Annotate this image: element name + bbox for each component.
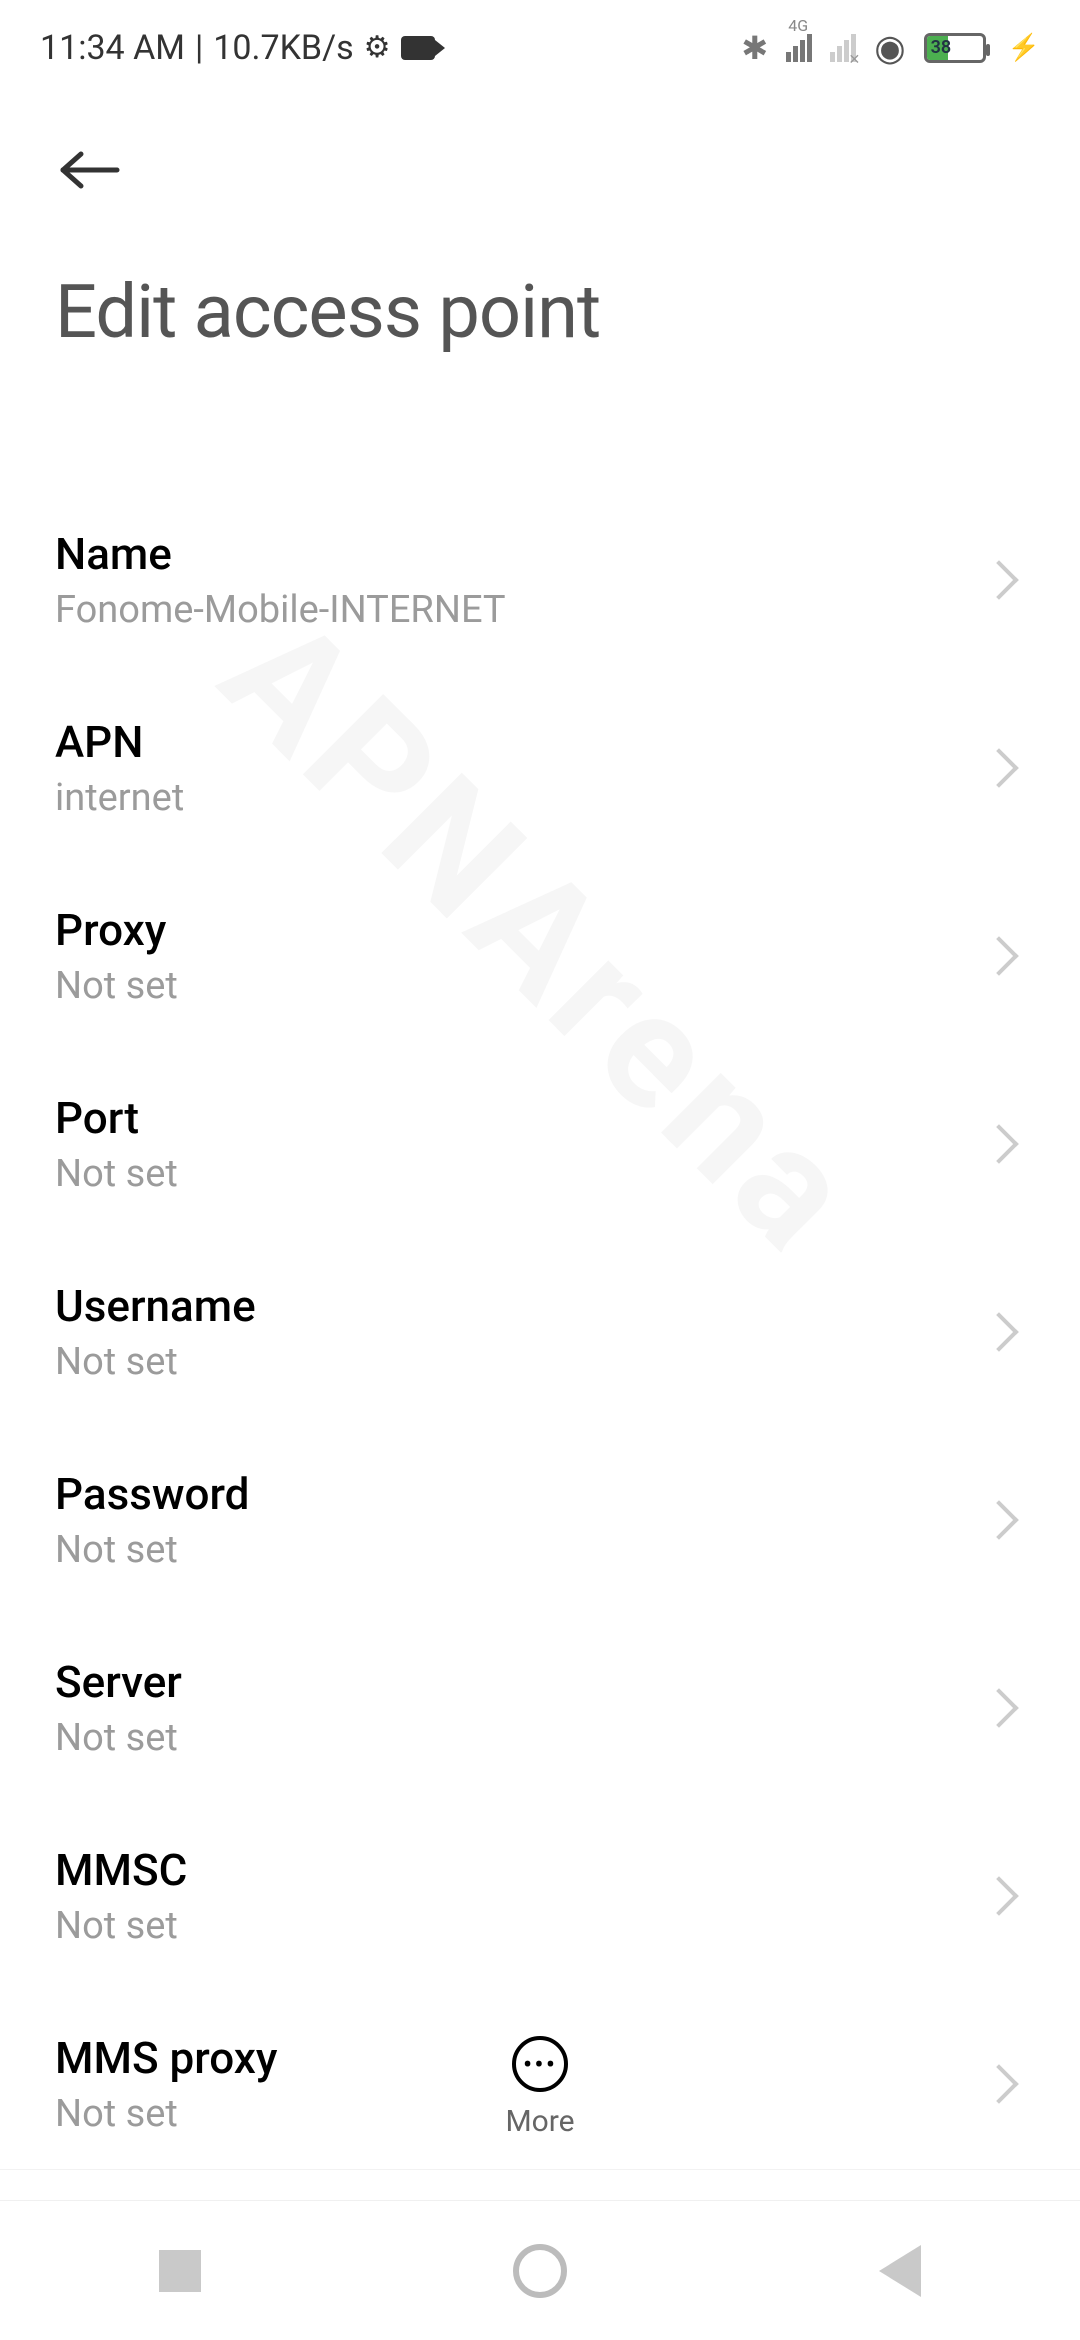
setting-value: Not set: [55, 1904, 187, 1948]
setting-row-password[interactable]: Password Not set: [55, 1426, 1025, 1614]
navigation-bar: [0, 2200, 1080, 2340]
arrow-left-icon: [55, 145, 125, 195]
setting-value: Not set: [55, 964, 178, 1008]
dots-icon: •••: [523, 2048, 557, 2081]
status-right: ✱ 4G ✕ ◉ 38 ⚡: [741, 27, 1040, 69]
setting-value: Fonome-Mobile-INTERNET: [55, 588, 506, 632]
charging-icon: ⚡: [1008, 33, 1040, 63]
chevron-right-icon: [979, 1688, 1019, 1728]
setting-row-server[interactable]: Server Not set: [55, 1614, 1025, 1802]
setting-value: Not set: [55, 1716, 182, 1760]
chevron-right-icon: [979, 560, 1019, 600]
setting-row-port[interactable]: Port Not set: [55, 1050, 1025, 1238]
setting-row-apn[interactable]: APN internet: [55, 674, 1025, 862]
setting-row-username[interactable]: Username Not set: [55, 1238, 1025, 1426]
nav-home-button[interactable]: [480, 2244, 600, 2298]
chevron-right-icon: [979, 1312, 1019, 1352]
triangle-left-icon: [879, 2245, 921, 2297]
setting-row-mmsc[interactable]: MMSC Not set: [55, 1802, 1025, 1990]
setting-value: Not set: [55, 1528, 249, 1572]
setting-label: Username: [55, 1280, 256, 1332]
page-title: Edit access point: [55, 269, 1025, 356]
bluetooth-icon: ✱: [741, 29, 768, 67]
setting-label: Password: [55, 1468, 249, 1520]
chevron-right-icon: [979, 1876, 1019, 1916]
signal-nosim-icon: ✕: [830, 34, 856, 62]
gear-icon: ⚙: [364, 30, 391, 65]
chevron-right-icon: [979, 936, 1019, 976]
setting-label: MMSC: [55, 1844, 187, 1896]
setting-value: Not set: [55, 1152, 178, 1196]
bottom-toolbar: ••• More: [0, 2036, 1080, 2170]
setting-label: Proxy: [55, 904, 178, 956]
status-separator: |: [195, 28, 203, 68]
square-icon: [159, 2250, 201, 2292]
setting-row-proxy[interactable]: Proxy Not set: [55, 862, 1025, 1050]
status-time: 11:34 AM: [40, 28, 185, 68]
signal-4g-icon: 4G: [786, 34, 812, 62]
wifi-icon: ◉: [874, 27, 905, 69]
status-bar: 11:34 AM | 10.7KB/s ⚙ ✱ 4G ✕ ◉ 38 ⚡: [0, 0, 1080, 95]
nav-back-button[interactable]: [840, 2245, 960, 2297]
header: Edit access point: [0, 95, 1080, 376]
chevron-right-icon: [979, 748, 1019, 788]
settings-list: Name Fonome-Mobile-INTERNET APN internet…: [0, 486, 1080, 2178]
nav-recents-button[interactable]: [120, 2250, 240, 2292]
setting-value: Not set: [55, 1340, 256, 1384]
chevron-right-icon: [979, 1124, 1019, 1164]
more-label: More: [505, 2104, 574, 2139]
setting-label: Server: [55, 1656, 182, 1708]
setting-label: Port: [55, 1092, 178, 1144]
chevron-right-icon: [979, 1500, 1019, 1540]
camera-icon: [401, 36, 435, 60]
battery-icon: 38: [924, 33, 986, 63]
setting-row-name[interactable]: Name Fonome-Mobile-INTERNET: [55, 486, 1025, 674]
back-button[interactable]: [55, 145, 125, 199]
status-left: 11:34 AM | 10.7KB/s ⚙: [40, 28, 435, 68]
setting-label: APN: [55, 716, 184, 768]
setting-label: Name: [55, 528, 506, 580]
circle-icon: [513, 2244, 567, 2298]
setting-value: internet: [55, 776, 184, 820]
more-button[interactable]: •••: [512, 2036, 568, 2092]
status-network-speed: 10.7KB/s: [213, 28, 353, 68]
